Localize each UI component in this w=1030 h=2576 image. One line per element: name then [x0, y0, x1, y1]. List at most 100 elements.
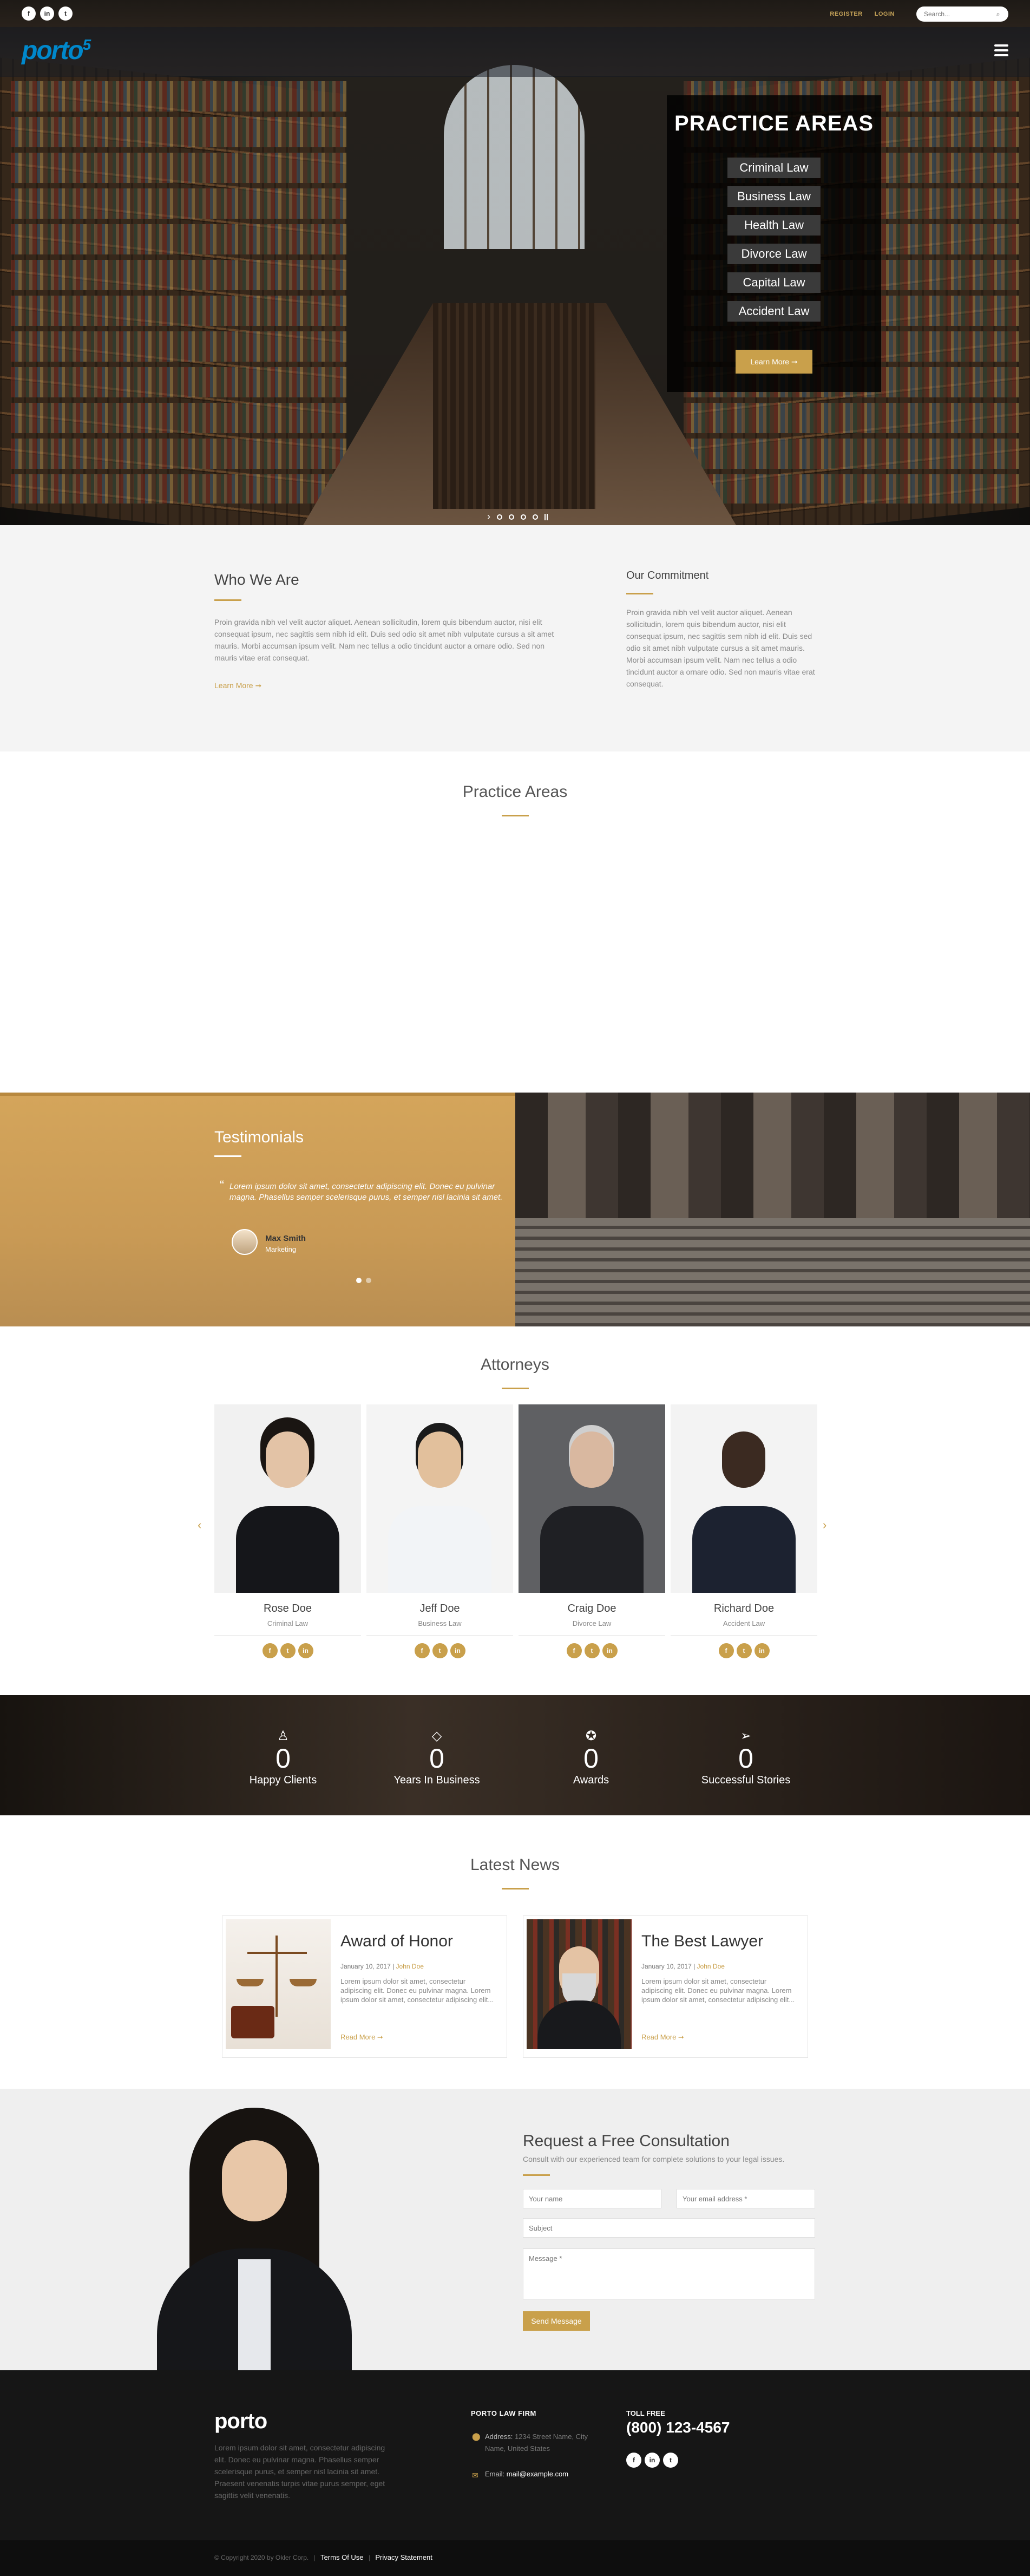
diamond-icon: ◇	[431, 1728, 442, 1743]
testimonial-dot[interactable]	[356, 1278, 362, 1283]
email-field[interactable]	[677, 2189, 815, 2208]
news-read-more[interactable]: Read More ➞	[340, 2033, 383, 2042]
title-divider	[626, 593, 653, 594]
title-divider	[214, 599, 241, 601]
top-social-links: f in t	[22, 6, 73, 21]
consultation-subtitle: Consult with our experienced team for co…	[523, 2155, 785, 2163]
news-card[interactable]: The Best Lawyer January 10, 2017 | John …	[523, 1915, 808, 2058]
slider-dot[interactable]	[509, 514, 514, 520]
account-links: REGISTER LOGIN	[830, 11, 895, 17]
carousel-next-icon[interactable]: ›	[823, 1518, 826, 1532]
linkedin-icon[interactable]: in	[450, 1643, 465, 1658]
practice-area-item[interactable]: Business Law	[727, 186, 821, 207]
about-learn-more-link[interactable]: Learn More ➞	[214, 681, 261, 690]
testimonial-role: Marketing	[265, 1245, 297, 1253]
email-label: Email:	[485, 2470, 505, 2478]
news-author[interactable]: John Doe	[697, 1963, 725, 1970]
facebook-icon[interactable]: f	[626, 2453, 641, 2468]
practice-area-item[interactable]: Divorce Law	[727, 244, 821, 264]
register-link[interactable]: REGISTER	[830, 11, 862, 17]
slider-dot[interactable]	[497, 514, 502, 520]
attorney-card[interactable]: Jeff Doe Business Law f t in	[366, 1404, 513, 1658]
logo-text: porto	[22, 36, 84, 65]
practice-area-item[interactable]: Criminal Law	[727, 158, 821, 178]
title-divider	[502, 815, 529, 816]
title-divider	[214, 1155, 241, 1157]
news-author[interactable]: John Doe	[396, 1963, 424, 1970]
counter-label: Years In Business	[393, 1774, 480, 1786]
news-date: January 10, 2017	[340, 1963, 391, 1970]
email-value[interactable]: mail@example.com	[507, 2470, 568, 2478]
testimonials-section: Testimonials “ Lorem ipsum dolor sit ame…	[0, 1093, 515, 1326]
envelope-icon: ✉	[472, 2471, 478, 2480]
facebook-icon[interactable]: f	[262, 1643, 278, 1658]
linkedin-icon[interactable]: in	[602, 1643, 618, 1658]
twitter-icon[interactable]: t	[58, 6, 73, 21]
attorney-role: Business Law	[418, 1619, 462, 1627]
news-title[interactable]: Award of Honor	[340, 1932, 453, 1951]
facebook-icon[interactable]: f	[718, 1643, 734, 1658]
consultant-photo	[157, 2108, 352, 2370]
slider-dot[interactable]	[533, 514, 538, 520]
footer-logo[interactable]: porto	[214, 2409, 267, 2434]
footer-social-links: f in t	[626, 2453, 678, 2468]
news-card[interactable]: Award of Honor January 10, 2017 | John D…	[222, 1915, 507, 2058]
attorney-role: Divorce Law	[572, 1619, 612, 1627]
twitter-icon[interactable]: t	[584, 1643, 600, 1658]
practice-area-item[interactable]: Accident Law	[727, 301, 821, 322]
attorney-card[interactable]: Richard Doe Accident Law f t in	[671, 1404, 817, 1658]
news-read-more[interactable]: Read More ➞	[641, 2033, 684, 2042]
attorneys-carousel: Rose Doe Criminal Law f t in Jeff Doe Bu…	[214, 1404, 817, 1658]
hero-slider: f in t REGISTER LOGIN ⌕ porto5 PRACTICE …	[0, 0, 1030, 525]
learn-more-button[interactable]: Learn More ➞	[736, 350, 812, 374]
twitter-icon[interactable]: t	[280, 1643, 296, 1658]
counter-awards: ✪ 0 Awards	[537, 1728, 645, 1787]
name-field[interactable]	[523, 2189, 661, 2208]
terms-link[interactable]: Terms Of Use	[320, 2553, 363, 2561]
attorney-card[interactable]: Craig Doe Divorce Law f t in	[519, 1404, 665, 1658]
privacy-link[interactable]: Privacy Statement	[375, 2553, 432, 2561]
message-field[interactable]	[523, 2248, 815, 2299]
testimonials-title: Testimonials	[214, 1128, 304, 1146]
hero-desk	[433, 303, 595, 509]
site-logo[interactable]: porto5	[22, 36, 91, 66]
counter-label: Awards	[573, 1774, 609, 1786]
news-excerpt: Lorem ipsum dolor sit amet, consectetur …	[641, 1977, 795, 2004]
facebook-icon[interactable]: f	[414, 1643, 430, 1658]
news-date: January 10, 2017	[641, 1963, 692, 1970]
login-link[interactable]: LOGIN	[875, 11, 895, 17]
subject-field[interactable]	[523, 2218, 815, 2238]
testimonial-dot[interactable]	[366, 1278, 371, 1283]
who-we-are: Who We Are Proin gravida nibh vel velit …	[214, 571, 555, 691]
carousel-prev-icon[interactable]: ‹	[198, 1518, 201, 1532]
slider-pause-icon[interactable]	[544, 513, 548, 520]
menu-toggle-icon[interactable]	[994, 44, 1008, 56]
send-message-button[interactable]: Send Message	[523, 2311, 590, 2331]
counter-value: 0	[583, 1743, 599, 1774]
facebook-icon[interactable]: f	[566, 1643, 582, 1658]
facebook-icon[interactable]: f	[22, 6, 36, 21]
our-commitment: Our Commitment Proin gravida nibh vel ve…	[626, 570, 816, 690]
linkedin-icon[interactable]: in	[645, 2453, 660, 2468]
title-divider	[502, 1888, 529, 1889]
slider-dot[interactable]	[521, 514, 526, 520]
slider-next-icon[interactable]: ›	[487, 511, 490, 522]
search-icon[interactable]: ⌕	[993, 9, 1003, 19]
linkedin-icon[interactable]: in	[40, 6, 54, 21]
counter-happy-clients: ♙ 0 Happy Clients	[229, 1728, 337, 1787]
attorney-name: Rose Doe	[264, 1603, 312, 1614]
slider-controls: ›	[487, 511, 548, 522]
practice-area-item[interactable]: Capital Law	[727, 272, 821, 293]
twitter-icon[interactable]: t	[663, 2453, 678, 2468]
footer-phone[interactable]: (800) 123-4567	[626, 2419, 730, 2436]
twitter-icon[interactable]: t	[736, 1643, 752, 1658]
attorney-card[interactable]: Rose Doe Criminal Law f t in	[214, 1404, 361, 1658]
attorney-photo	[214, 1404, 361, 1593]
linkedin-icon[interactable]: in	[754, 1643, 770, 1658]
twitter-icon[interactable]: t	[432, 1643, 448, 1658]
linkedin-icon[interactable]: in	[298, 1643, 313, 1658]
news-title[interactable]: The Best Lawyer	[641, 1932, 763, 1951]
attorney-name: Richard Doe	[713, 1603, 775, 1614]
practice-area-item[interactable]: Health Law	[727, 215, 821, 236]
divider	[366, 1635, 513, 1636]
